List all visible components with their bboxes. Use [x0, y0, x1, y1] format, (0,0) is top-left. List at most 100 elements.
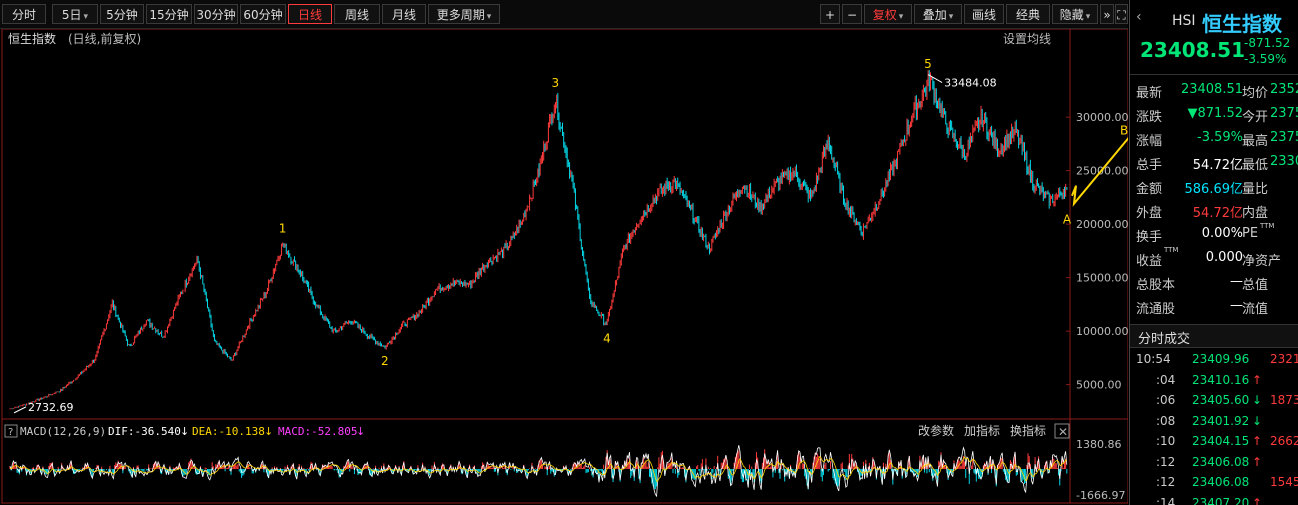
period-button-5min[interactable]: 5分钟 — [100, 4, 144, 24]
dif-arrow-icon: ↓ — [180, 425, 189, 438]
zoom-in-button[interactable]: + — [820, 4, 840, 24]
quote-value: 586.69亿 — [1184, 182, 1244, 197]
quote-label: 最新 — [1136, 86, 1163, 101]
high-price-label: 33484.08 — [944, 77, 997, 90]
quote-value: ▼871.52 — [1187, 106, 1244, 121]
chart-subtitle: (日线,前复权) — [68, 31, 141, 46]
period-button-30min[interactable]: 30分钟 — [194, 4, 238, 24]
symbol-name: 恒生指数 — [1202, 12, 1282, 36]
macd-axis-max: 1380.86 — [1076, 438, 1122, 451]
overlay-dropdown[interactable]: 叠加 — [914, 4, 962, 24]
tick-direction-icon: ↓ — [1252, 413, 1263, 428]
tick-volume: 2662 — [1270, 434, 1298, 448]
macd-axis-min: -1666.97 — [1076, 489, 1125, 502]
period-button-15min[interactable]: 15分钟 — [146, 4, 192, 24]
tick-time: :08 — [1156, 413, 1176, 428]
tick-price: 23409.96 — [1192, 352, 1250, 366]
quote-value: 54.72亿 — [1192, 206, 1243, 221]
period-button-weekly[interactable]: 周线 — [334, 4, 380, 24]
quote-label-2: 今开 — [1242, 110, 1269, 125]
quote-label: 流通股 — [1136, 302, 1176, 317]
period-button-monthly[interactable]: 月线 — [382, 4, 426, 24]
quote-label-2: PE — [1242, 226, 1259, 241]
period-button-5day[interactable]: 5日 — [52, 4, 98, 24]
ma-setting-dropdown[interactable]: 设置均线 — [1003, 32, 1051, 46]
tick-row: :04 23410.16 ↑ — [1130, 370, 1298, 390]
period-button-fenshi[interactable]: 分时 — [2, 4, 46, 24]
classic-button[interactable]: 经典 — [1006, 4, 1050, 24]
macd-name: MACD(12,26,9) — [20, 425, 106, 438]
quote-label: 涨跌 — [1136, 110, 1163, 125]
add-indicator-button[interactable]: 加指标 — [964, 423, 1000, 438]
adjust-dropdown[interactable]: 复权 — [864, 4, 912, 24]
wave-label: 2 — [381, 354, 389, 368]
quote-label-2: 最高 — [1242, 134, 1269, 149]
quote-label-2: 流值 — [1242, 302, 1269, 317]
fullscreen-icon[interactable]: ⛶ — [1115, 4, 1128, 24]
quote-value-2: 2352 — [1270, 82, 1298, 97]
draw-line-button[interactable]: 画线 — [964, 4, 1004, 24]
tick-price: 23406.08 — [1192, 475, 1250, 489]
tick-direction-icon: ↑ — [1252, 372, 1263, 387]
quote-value: -3.59% — [1197, 130, 1243, 145]
switch-indicator-button[interactable]: 换指标 — [1010, 423, 1046, 438]
macd-dif: DIF:-36.540 — [108, 425, 181, 438]
quote-row: 涨跌 ▼871.52今开2375 — [1130, 102, 1298, 126]
price-change: -871.52 — [1244, 36, 1291, 50]
tick-row: :08 23401.92 ↓ — [1130, 411, 1298, 431]
tick-price: 23401.92 — [1192, 413, 1250, 428]
wave-label: 5 — [924, 57, 932, 71]
ticks-title[interactable]: 分时成交 — [1138, 328, 1190, 347]
quote-label: 收益 — [1136, 254, 1163, 269]
quote-row: 金额 586.69亿 量比 — [1130, 174, 1298, 198]
wave-label: B — [1120, 124, 1128, 138]
y-tick-label: 15000.00 — [1076, 272, 1128, 285]
period-button-daily[interactable]: 日线 — [288, 4, 332, 24]
quote-value: 0.000 — [1205, 250, 1243, 265]
quote-label: 金额 — [1136, 182, 1163, 197]
quote-row: 外盘 54.72亿 内盘 — [1130, 198, 1298, 222]
double-chevron-icon[interactable]: » — [1100, 4, 1114, 24]
y-tick-label: 5000.00 — [1076, 379, 1122, 392]
tick-time: :10 — [1156, 434, 1176, 448]
low-marker — [13, 406, 27, 414]
more-periods-dropdown[interactable]: 更多周期 — [428, 4, 500, 24]
quote-label-sup: TTM — [1164, 246, 1179, 254]
tick-direction-icon: ↑ — [1252, 434, 1263, 448]
tick-time: :12 — [1156, 475, 1176, 489]
change-params-button[interactable]: 改参数 — [918, 423, 954, 438]
quote-value-2: 2375 — [1270, 130, 1298, 145]
tick-price: 23407.20 — [1192, 495, 1250, 505]
quote-value: 23408.51 — [1180, 82, 1243, 97]
y-tick-label: 20000.00 — [1076, 218, 1128, 231]
macd-value: MACD:-52.805 — [278, 425, 357, 438]
zoom-out-button[interactable]: − — [842, 4, 862, 24]
chart-title: 恒生指数 — [8, 31, 56, 46]
tick-row: :12 23406.08 1545 — [1130, 472, 1298, 492]
macd-dea: DEA:-10.138 — [192, 425, 265, 438]
kline-chart[interactable]: 恒生指数 (日线,前复权) 设置均线 5000.00 10000.00 15000.… — [0, 29, 1128, 505]
quote-value-2: 2330 — [1270, 154, 1298, 169]
quote-row: 最新 23408.51均价2352 — [1130, 78, 1298, 102]
quote-row: 流通股 — 流值 — [1130, 294, 1298, 318]
quote-label-2: 总值 — [1242, 278, 1269, 293]
back-chevron-icon[interactable]: ‹ — [1136, 9, 1142, 25]
tick-time: :04 — [1156, 372, 1176, 387]
tick-volume: 1873 — [1270, 393, 1298, 407]
tick-row: :10 23404.15 ↑ 2662 — [1130, 431, 1298, 451]
quote-label-2: 最低 — [1242, 158, 1269, 173]
tick-price: 23405.60 — [1192, 393, 1250, 407]
period-button-60min[interactable]: 60分钟 — [240, 4, 286, 24]
price-change-pct: -3.59% — [1244, 52, 1287, 66]
dea-arrow-icon: ↓ — [264, 425, 273, 438]
quote-label: 外盘 — [1136, 206, 1163, 221]
tick-direction-icon: ↑ — [1252, 454, 1263, 469]
quote-panel: ‹ HSI 恒生指数 23408.51 -871.52 -3.59% 最新 234… — [1129, 0, 1298, 505]
quote-label-2: 量比 — [1242, 182, 1269, 197]
tick-volume: 1545 — [1270, 475, 1298, 489]
wave-label: 1 — [279, 221, 287, 235]
hide-dropdown[interactable]: 隐藏 — [1052, 4, 1098, 24]
quote-value: 54.72亿 — [1192, 158, 1243, 173]
tick-price: 23404.15 — [1192, 434, 1250, 448]
wave-projection — [1071, 137, 1128, 207]
